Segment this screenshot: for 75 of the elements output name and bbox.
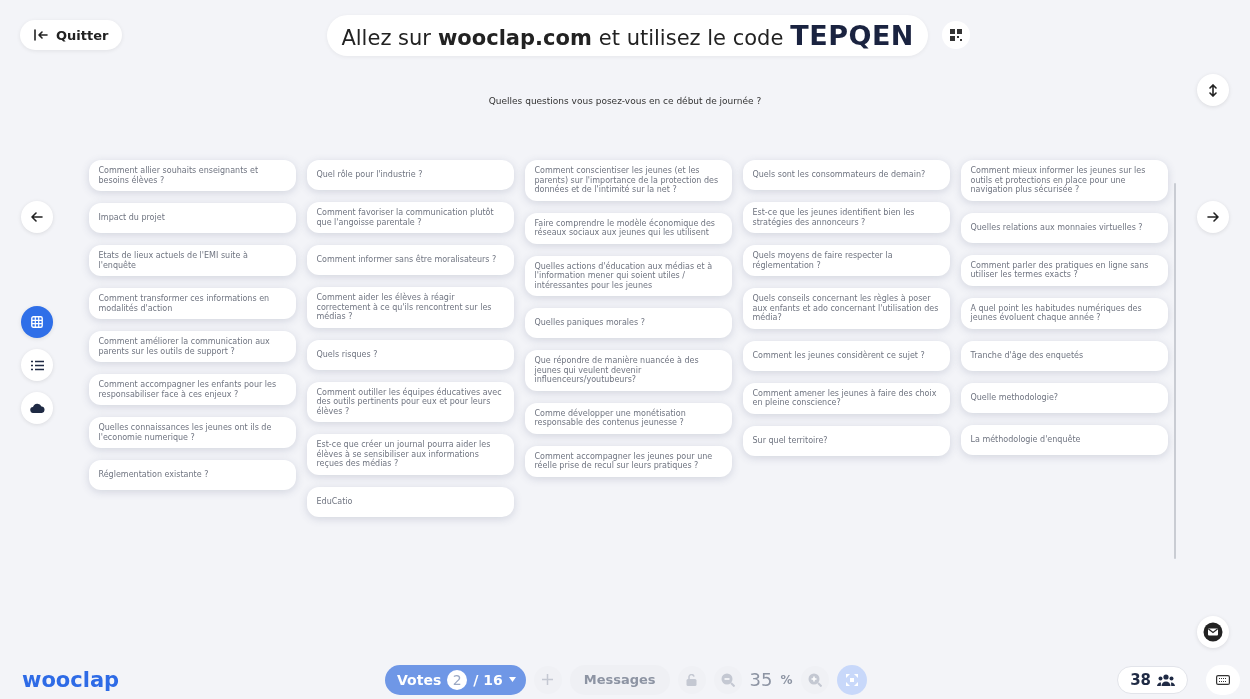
participants-counter[interactable]: 38 <box>1117 665 1188 694</box>
join-middle-text: et utilisez le code <box>598 25 784 50</box>
answer-card: Comment les jeunes considèrent ce sujet ? <box>742 340 950 371</box>
join-site-text: wooclap.com <box>437 25 592 50</box>
answer-card: Sur quel territoire? <box>742 425 950 456</box>
answer-card: EduCatio <box>306 486 514 517</box>
arrow-right-icon <box>1206 211 1219 223</box>
answer-card: Quel rôle pour l'industrie ? <box>306 160 514 190</box>
people-icon <box>1157 673 1175 686</box>
answer-card: Quelles relations aux monnaies virtuelles ? <box>960 212 1168 243</box>
answer-card: Quels moyens de faire respecter la réglementation ? <box>742 245 950 276</box>
answer-card: Comment outiller les équipes éducatives avec des outils pertinents pour eux et pour leurs élèves ? <box>306 381 514 422</box>
qr-code-icon <box>950 29 962 41</box>
answer-card: Quels conseils concernant les règles à poser aux enfants et ado concernant l'utilisation des média? <box>742 288 950 329</box>
answer-card: Comment allier souhaits enseignants et besoins élèves ? <box>88 160 296 191</box>
answer-card: Etats de lieux actuels de l'EMI suite à l'enquête <box>88 245 296 276</box>
quit-button[interactable]: Quitter <box>20 20 123 50</box>
expand-icon <box>845 673 858 686</box>
exit-icon <box>34 29 48 41</box>
plus-icon <box>542 674 554 685</box>
keyboard-icon <box>1216 674 1230 685</box>
join-prefix-text: Allez sur <box>341 25 431 50</box>
vertical-arrows-icon <box>1208 83 1217 97</box>
answer-card: Comment améliorer la communication aux parents sur les outils de support ? <box>88 331 296 362</box>
answer-card: Comment conscientiser les jeunes (et les parents) sur l'importance de la protection des données et de l'intimité sur la net ? <box>524 160 732 201</box>
event-code: TEPQEN <box>790 19 914 51</box>
answer-card: Quels risques ? <box>306 339 514 370</box>
answer-card: Réglementation existante ? <box>88 460 296 490</box>
qr-code-button[interactable] <box>942 21 970 49</box>
wooclap-logo: wooclap <box>22 667 121 692</box>
unlocked-padlock-icon <box>686 673 698 686</box>
answer-card: Est-ce que créer un journal pourra aider les élèves à se sensibiliser aux informations reçues des médias ? <box>306 434 514 475</box>
zoom-out-icon <box>720 672 735 687</box>
zoom-level: 35 <box>749 669 773 690</box>
answer-card: Comment aider les élèves à réagir correctement à ce qu'ils rencontrent sur les médias ? <box>306 287 514 328</box>
vote-count: 2 <box>447 669 468 690</box>
vote-total: / 16 <box>473 671 503 688</box>
answer-card: Tranche d'âge des enquetés <box>960 340 1168 371</box>
answer-card: Quelles paniques morales ? <box>524 308 732 338</box>
answer-card: Impact du projet <box>88 203 296 233</box>
envelope-icon <box>1202 622 1223 642</box>
view-mode-button[interactable] <box>21 392 54 424</box>
answer-card: Quels sont les consommateurs de demain? <box>742 160 950 190</box>
answer-card: Que répondre de manière nuancée à des jeunes qui veulent devenir influenceurs/youtubeurs? <box>524 350 732 391</box>
answer-card: Comment favoriser la communication plutôt que l'angoisse parentale ? <box>306 202 514 233</box>
cloud-icon <box>29 403 45 413</box>
question-title: Quelles questions vous posez-vous en ce début de journée ? <box>487 96 763 106</box>
zoom-unit: % <box>780 672 793 687</box>
fullscreen-height-button[interactable] <box>1196 74 1229 106</box>
answer-card: Quelles actions d'éducation aux médias et à l'information mener qui soient utiles / intéressantes pour les jeunes <box>524 255 732 296</box>
previous-button[interactable] <box>21 201 54 233</box>
grid-icon <box>31 316 44 328</box>
answer-card: Comment informer sans être moralisateurs ? <box>306 245 514 275</box>
arrow-left-icon <box>31 211 44 223</box>
scrollbar[interactable] <box>1173 183 1176 559</box>
answer-card: Comment accompagner les enfants pour les responsabiliser face à ces enjeux ? <box>88 374 296 405</box>
messages-button[interactable] <box>1196 616 1229 648</box>
answer-card: Comment mieux informer les jeunes sur les outils et protections en place pour une navigation plus sécurisée ? <box>960 160 1168 201</box>
answer-card: Faire comprendre le modèle économique des réseaux sociaux aux jeunes qui les utilisent <box>524 212 732 244</box>
answer-card: Comment accompagner les jeunes pour une réelle prise de recul sur leurs pratiques ? <box>524 445 732 477</box>
answer-card: Comment parler des pratiques en ligne sans utiliser les termes exacts ? <box>960 254 1168 286</box>
view-mode-button[interactable] <box>21 349 54 381</box>
next-button[interactable] <box>1196 201 1229 233</box>
answer-card: Comme développer une monétisation responsable des contenus jeunesse ? <box>524 402 732 434</box>
answer-card: La méthodologie d'enquête <box>960 424 1168 455</box>
answer-card: Quelle methodologie? <box>960 382 1168 413</box>
answer-card: A quel point les habitudes numériques des jeunes évoluent chaque année ? <box>960 297 1168 329</box>
answer-card: Comment amener les jeunes à faire des choix en pleine conscience? <box>742 382 950 414</box>
caret-icon <box>508 677 516 682</box>
zoom-in-icon <box>807 672 822 687</box>
answer-card: Est-ce que les jeunes identifient bien les stratégies des annonceurs ? <box>742 202 950 233</box>
list-icon <box>30 359 44 371</box>
answer-card: Quelles connaissances les jeunes ont ils de l'economie numerique ? <box>88 417 296 448</box>
answer-card: Comment transformer ces informations en modalités d'action <box>88 288 296 319</box>
keyboard-button[interactable] <box>1206 664 1240 695</box>
